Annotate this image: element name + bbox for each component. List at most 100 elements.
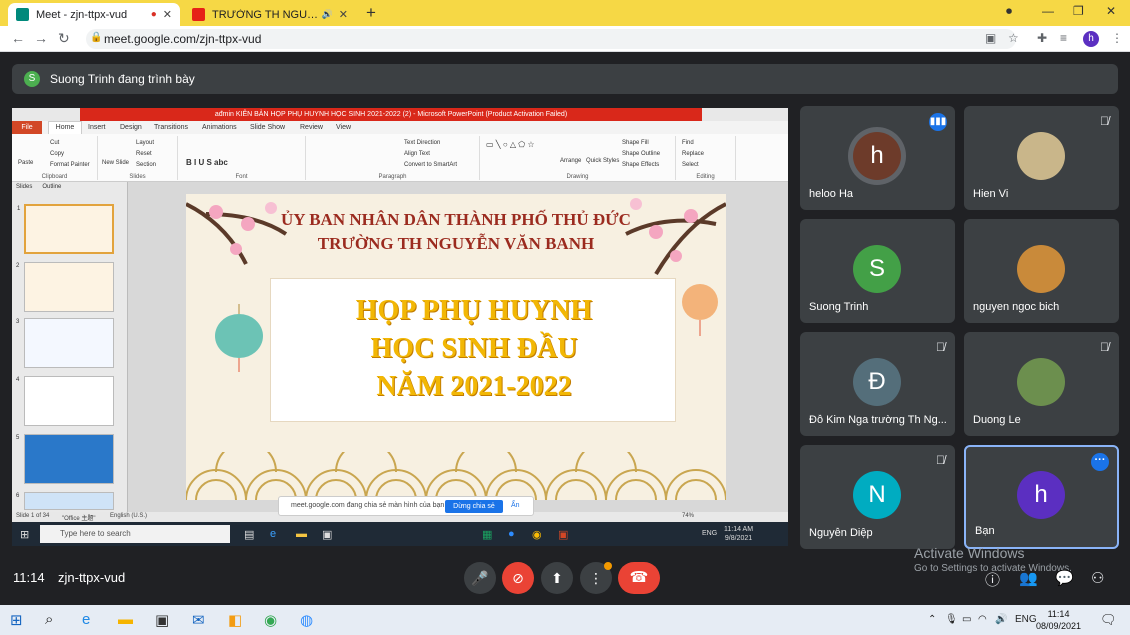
zalo-icon[interactable]: ◍ [300, 611, 313, 629]
powerpoint-icon[interactable]: ▣ [558, 528, 568, 541]
participant-tile[interactable]: N 🎙̸ Nguyễn Diệp [800, 445, 955, 549]
battery-icon[interactable]: ▭ [962, 614, 971, 625]
bold-icon[interactable]: B I U S abc [186, 158, 228, 167]
quick-styles-button[interactable]: Quick Styles [586, 158, 619, 164]
file-explorer-icon[interactable]: ▬ [118, 611, 133, 628]
tab-youtube[interactable]: TRƯỜNG TH NGUYỄN VĂN BANH 🔊 ✕ [184, 3, 356, 26]
participant-tile[interactable]: 🎙̸ Hien Vi [964, 106, 1119, 210]
leave-call-button[interactable]: ☎ [618, 562, 660, 594]
participant-tile[interactable]: 🎙̸ Duong Le [964, 332, 1119, 436]
tray-language[interactable]: ENG [1015, 614, 1037, 625]
forward-icon[interactable]: → [34, 30, 48, 46]
paste-button[interactable]: Paste [18, 160, 33, 166]
ppt-tab-home[interactable]: Home [48, 121, 82, 134]
address-bar[interactable]: 🔒 meet.google.com/zjn-ttpx-vud [86, 29, 1016, 49]
people-icon[interactable]: 👥 [1019, 569, 1038, 587]
activities-icon[interactable]: ⚇ [1091, 569, 1104, 587]
new-tab-button[interactable]: + [366, 3, 376, 23]
back-icon[interactable]: ← [11, 30, 25, 46]
menu-kebab-icon[interactable]: ⋮ [1111, 31, 1123, 45]
chrome-icon[interactable]: ◉ [264, 611, 277, 629]
file-explorer-icon[interactable]: ▬ [296, 528, 307, 540]
tray-mic-icon[interactable]: 🎙 [945, 614, 958, 625]
zoom-icon[interactable]: ● [508, 528, 515, 540]
ppt-tab-file[interactable]: File [12, 121, 42, 134]
tray-chevron-icon[interactable]: ⌃ [928, 614, 936, 625]
replace-button[interactable]: Replace [682, 151, 704, 157]
wifi-icon[interactable]: ◠ [978, 614, 987, 625]
shape-effects-button[interactable]: Shape Effects [622, 162, 659, 168]
convert-smartart-button[interactable]: Convert to SmartArt [404, 162, 457, 168]
copy-button[interactable]: Copy [50, 151, 64, 157]
camera-toggle-button[interactable]: ⊘ [502, 562, 534, 594]
ppt-tab-design[interactable]: Design [120, 124, 142, 131]
chat-icon[interactable]: 💬 [1055, 569, 1074, 587]
taskbar-search-input[interactable]: Type here to search [40, 525, 230, 543]
close-window-icon[interactable]: ✕ [1106, 4, 1116, 18]
arrange-button[interactable]: Arrange [560, 158, 581, 164]
close-tab-icon[interactable]: ✕ [163, 8, 172, 21]
participant-tile[interactable]: nguyen ngoc bich [964, 219, 1119, 323]
close-tab-icon[interactable]: ✕ [339, 8, 348, 21]
slide-thumbnail[interactable]: 1 [17, 204, 114, 254]
more-options-icon[interactable]: ··· [1091, 453, 1109, 471]
ppt-tab-transitions[interactable]: Transitions [154, 124, 188, 131]
volume-icon[interactable]: 🔊 [995, 614, 1007, 625]
taskbar-clock[interactable]: 11:14 AM 9/8/2021 [724, 525, 753, 543]
app-icon[interactable]: ◧ [228, 611, 242, 629]
shape-outline-button[interactable]: Shape Outline [622, 151, 660, 157]
notifications-icon[interactable]: 🗨 [1100, 612, 1117, 628]
media-control-icon[interactable]: ⏺ [1006, 4, 1012, 19]
slide-thumbnail[interactable]: 6 [16, 492, 114, 510]
microphone-button[interactable]: 🎤 [464, 562, 496, 594]
bookmark-star-icon[interactable]: ☆ [1008, 31, 1019, 45]
stop-sharing-button[interactable]: Dừng chia sẻ [445, 500, 503, 513]
self-tile[interactable]: h ··· Bạn [964, 445, 1119, 549]
tab-meet[interactable]: Meet - zjn-ttpx-vud ● ✕ [8, 3, 180, 26]
participant-tile[interactable]: S Suong Trinh [800, 219, 955, 323]
ppt-tab-review[interactable]: Review [300, 124, 323, 131]
participant-tile[interactable]: h ▮▮▮ heloo Ha [800, 106, 955, 210]
slide-thumbnail[interactable]: 2 [16, 262, 114, 312]
store-icon[interactable]: ▣ [155, 611, 169, 629]
excel-icon[interactable]: ▦ [482, 528, 492, 541]
shape-fill-button[interactable]: Shape Fill [622, 140, 649, 146]
store-icon[interactable]: ▣ [322, 528, 332, 541]
slide-thumbnail[interactable]: 3 [16, 318, 114, 368]
ppt-tab-view[interactable]: View [336, 124, 351, 131]
system-clock[interactable]: 11:14 08/09/2021 [1036, 608, 1081, 632]
find-button[interactable]: Find [682, 140, 694, 146]
reload-icon[interactable]: ↻ [58, 30, 70, 47]
ppt-tab-insert[interactable]: Insert [88, 124, 106, 131]
shapes-gallery-icon[interactable]: ▭ ╲ ○ △ ⬠ ☆ [486, 140, 535, 149]
panel-tab-outline[interactable]: Outline [42, 184, 61, 190]
ppt-tab-animations[interactable]: Animations [202, 124, 237, 131]
slide-thumbnail[interactable]: 5 [16, 434, 114, 484]
align-text-button[interactable]: Align Text [404, 151, 430, 157]
present-screen-button[interactable]: ⬆ [541, 562, 573, 594]
hide-notice-button[interactable]: Ẩn [511, 502, 520, 509]
new-slide-button[interactable]: New Slide [102, 160, 129, 166]
mail-icon[interactable]: ✉ [192, 611, 205, 629]
meeting-info-icon[interactable]: ⓘ [985, 569, 1000, 590]
minimize-icon[interactable]: — [1042, 4, 1054, 18]
slide-thumbnail[interactable]: 4 [16, 376, 114, 426]
media-queue-icon[interactable]: ≡ [1060, 31, 1067, 45]
camera-icon[interactable]: ▣ [985, 31, 996, 45]
chrome-icon[interactable]: ◉ [532, 528, 542, 541]
taskbar-language[interactable]: ENG [702, 530, 717, 537]
participant-tile[interactable]: Đ 🎙̸ Đỗ Kim Nga trường Th Ng... [800, 332, 955, 436]
more-options-button[interactable]: ⋮ [580, 562, 612, 594]
ppt-tab-slideshow[interactable]: Slide Show [250, 124, 285, 131]
edge-icon[interactable]: e [82, 611, 90, 628]
search-icon[interactable]: ⌕ [45, 611, 53, 628]
reset-button[interactable]: Reset [136, 151, 152, 157]
select-button[interactable]: Select [682, 162, 699, 168]
maximize-icon[interactable]: ❐ [1073, 4, 1084, 18]
windows-start-icon[interactable]: ⊞ [20, 528, 29, 541]
profile-avatar[interactable]: h [1083, 31, 1099, 47]
section-button[interactable]: Section [136, 162, 156, 168]
text-direction-button[interactable]: Text Direction [404, 140, 440, 146]
edge-icon[interactable]: e [270, 528, 276, 540]
extensions-icon[interactable]: ✚ [1037, 31, 1047, 45]
